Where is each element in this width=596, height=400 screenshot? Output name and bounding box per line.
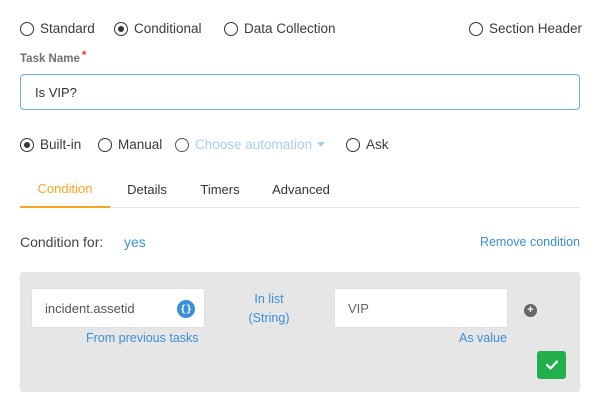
radio-choose-automation[interactable]: Choose automation [175,137,326,152]
radio-section-header[interactable]: Section Header [469,21,582,36]
save-condition-button[interactable] [537,351,566,379]
radio-standard[interactable]: Standard [20,21,95,36]
operator-name: In list [254,292,284,306]
task-name-input[interactable] [20,74,580,110]
as-value-link[interactable]: As value [459,331,507,345]
required-mark: * [81,50,87,62]
radio-label: Ask [366,137,389,152]
condition-for-label: Condition for: [20,234,104,250]
tab-bar: Condition Details Timers Advanced [20,170,580,208]
radio-circle [20,21,34,36]
radio-circle [469,21,483,36]
radio-label: Standard [40,21,95,36]
rhs-input[interactable]: VIP [334,288,508,328]
operator-selector[interactable]: In list (String) [240,290,298,328]
tab-timers[interactable]: Timers [190,170,250,208]
tab-label: Advanced [272,181,330,197]
checkmark-icon [545,360,558,370]
lhs-input[interactable]: incident.assetid {} [31,288,205,328]
chevron-down-icon [317,142,326,147]
operator-type: (String) [248,311,290,325]
from-previous-tasks-link[interactable]: From previous tasks [86,331,199,345]
radio-circle-selected [114,21,128,36]
radio-label: Built-in [40,137,82,152]
radio-label: Section Header [489,21,583,36]
radio-built-in[interactable]: Built-in [20,137,81,152]
radio-label: Conditional [134,21,202,36]
radio-circle [224,21,238,36]
radio-manual[interactable]: Manual [98,137,162,152]
remove-condition-link[interactable]: Remove condition [480,235,580,249]
condition-for-value[interactable]: yes [124,234,146,250]
radio-ask[interactable]: Ask [346,137,389,152]
radio-circle [346,137,360,152]
curly-braces-icon[interactable]: {} [177,300,195,318]
tab-condition[interactable]: Condition [20,170,110,208]
radio-label: Manual [118,137,163,152]
radio-circle [175,137,189,152]
rhs-value: VIP [348,300,369,316]
tab-label: Condition [37,180,93,196]
radio-data-collection[interactable]: Data Collection [224,21,336,36]
lhs-value: incident.assetid [45,300,135,316]
tab-advanced[interactable]: Advanced [264,170,338,208]
radio-circle [98,137,112,152]
task-name-label-text: Task Name [20,53,80,65]
tab-label: Timers [200,181,240,197]
tab-details[interactable]: Details [117,170,177,208]
radio-label: Choose automation [195,137,313,152]
radio-circle-selected [20,137,34,152]
tab-label: Details [127,181,167,197]
radio-conditional[interactable]: Conditional [114,21,202,36]
add-icon[interactable]: + [524,304,537,317]
radio-label: Data Collection [244,21,336,36]
task-name-label: Task Name * [20,50,87,65]
